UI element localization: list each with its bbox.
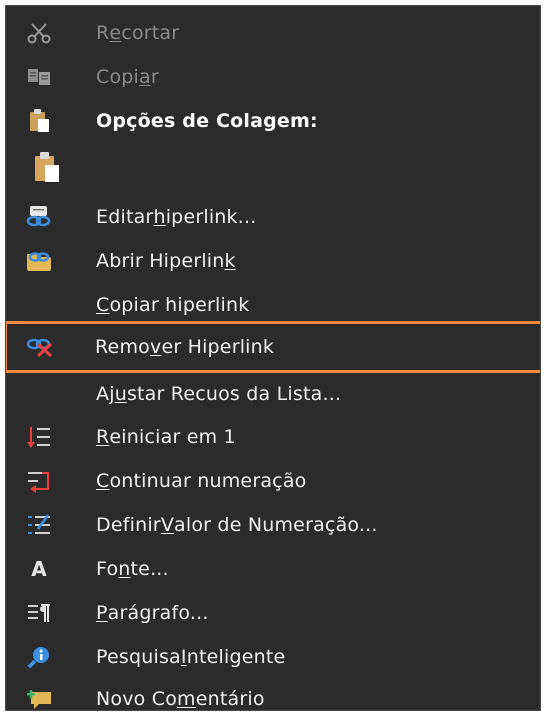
copy-icon [6,55,72,99]
menu-item-novo-comentario[interactable]: Novo Co m entário [6,679,540,710]
paragraph-icon [6,591,72,635]
menu-item-label: Aj u star Recuos da Lista... [96,383,342,405]
menu-item-definir-valor-numeracao[interactable]: Definir Valor de Numeração... [6,503,540,547]
menu-item-recortar[interactable]: Re cortar [6,11,540,55]
new-comment-icon [6,679,72,710]
paste-options-header: Opções de Colagem: [6,99,540,143]
menu-item-label: Abrir Hiperlin k [96,250,236,272]
paste-icon[interactable] [6,143,86,191]
menu-item-label: Editar h iperlink... [96,206,257,228]
clipboard-icon [6,99,72,143]
menu-item-label: Continuar numeração [96,470,307,492]
menu-item-label: Fo n te... [96,558,169,580]
remove-link-icon [7,324,73,370]
paste-options-label: Opções de Colagem: [96,110,318,132]
menu-item-reiniciar-em-1[interactable]: Reiniciar em 1 [6,415,540,459]
edit-link-icon [6,195,72,239]
menu-item-continuar-numeracao[interactable]: Continuar numeração [6,459,540,503]
menu-item-fonte[interactable]: A Fo n te... [6,547,540,591]
paste-option-row [6,143,540,191]
menu-item-label: Novo Co m entário [96,688,265,710]
menu-item-ajustar-recuos[interactable]: Aj u star Recuos da Lista... [6,373,540,415]
menu-item-paragrafo[interactable]: Parágrafo... [6,591,540,635]
menu-item-abrir-hiperlink[interactable]: Abrir Hiperlin k [6,239,540,283]
menu-item-label: Copi a r [96,66,159,88]
menu-item-label: Definir Valor de Numeração... [96,514,378,536]
menu-item-label: Re cortar [96,22,180,44]
menu-item-copiar[interactable]: Copi a r [6,55,540,99]
menu-item-editar-hiperlink[interactable]: Editar h iperlink... [6,195,540,239]
menu-item-label: Parágrafo... [96,602,209,624]
scissors-icon [6,11,72,55]
menu-item-label: Pesquisa Inteligente [96,646,286,668]
menu-item-pesquisa-inteligente[interactable]: Pesquisa Inteligente [6,635,540,679]
menu-item-label: Remo v er Hiperlink [95,336,275,358]
open-link-icon [6,239,72,283]
menu-item-remover-hiperlink[interactable]: Remo v er Hiperlink [6,321,540,373]
set-numbering-value-icon [6,503,72,547]
smart-lookup-icon [6,635,72,679]
menu-item-label: Reiniciar em 1 [96,426,236,448]
restart-numbering-icon [6,415,72,459]
continue-numbering-icon [6,459,72,503]
font-icon: A [31,557,47,581]
context-menu: Re cortar Copi a r Opções de Colagem: Ed… [5,5,541,711]
